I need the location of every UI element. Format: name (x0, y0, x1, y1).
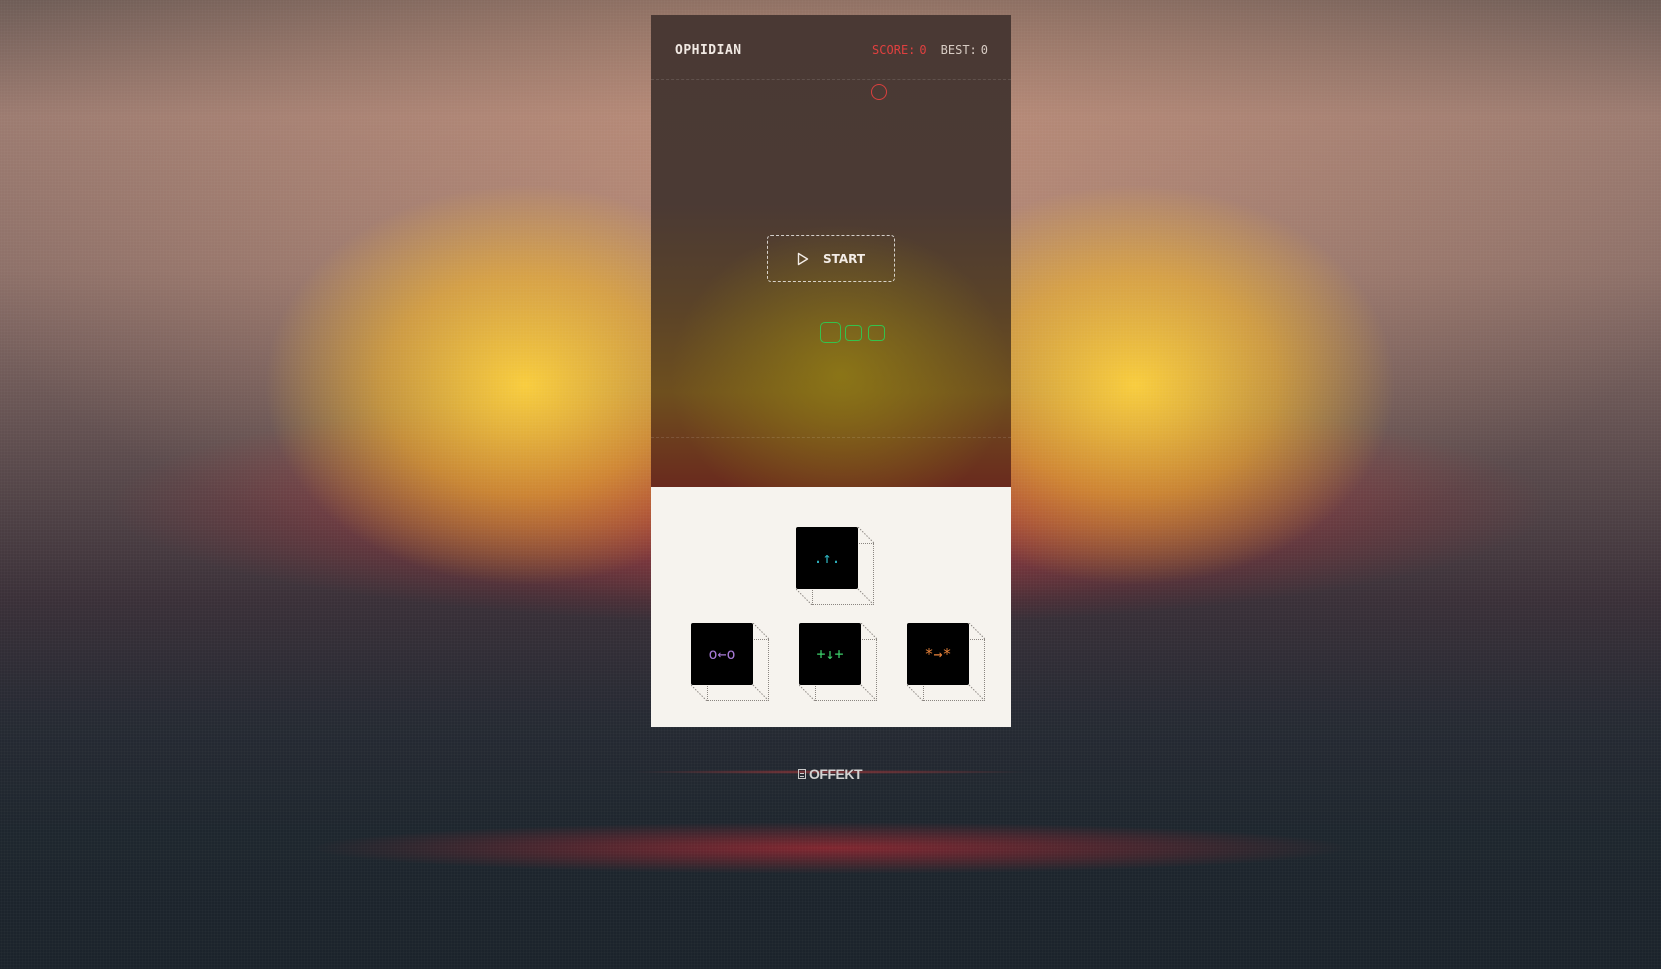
best-label: BEST: (940, 43, 977, 57)
food-pellet (871, 84, 887, 100)
best-value: 0 (980, 43, 988, 57)
down-key[interactable]: +↓+ (799, 623, 877, 701)
game-title: OPHIDIAN (675, 43, 742, 58)
game-card: OPHIDIAN SCORE: 0 BEST: 0 START .↑. o←o … (651, 15, 1011, 727)
down-arrow-icon: +↓+ (799, 623, 861, 685)
snake-head (820, 322, 841, 343)
score-display: SCORE: 0 BEST: 0 (872, 43, 988, 57)
brand-name: OFFEKT (809, 766, 863, 782)
start-label: START (822, 251, 866, 266)
snake-segment (845, 325, 862, 341)
board-bottom-divider (651, 437, 1011, 438)
start-button[interactable]: START (767, 235, 895, 282)
play-icon (797, 252, 809, 266)
score-value: 0 (919, 43, 927, 57)
left-key[interactable]: o←o (691, 623, 769, 701)
game-header: OPHIDIAN SCORE: 0 BEST: 0 (651, 15, 1011, 80)
snake (820, 322, 890, 344)
right-arrow-icon: *→* (907, 623, 969, 685)
brand-logo[interactable]: OFFEKT (790, 764, 870, 784)
game-board: OPHIDIAN SCORE: 0 BEST: 0 START (651, 15, 1011, 487)
up-key[interactable]: .↑. (796, 527, 874, 605)
controls-panel: .↑. o←o +↓+ *→* (651, 487, 1011, 727)
snake-segment (868, 325, 885, 341)
brand-icon (798, 769, 806, 779)
up-arrow-icon: .↑. (796, 527, 858, 589)
left-arrow-icon: o←o (691, 623, 753, 685)
score-label: SCORE: (872, 43, 916, 57)
right-key[interactable]: *→* (907, 623, 985, 701)
